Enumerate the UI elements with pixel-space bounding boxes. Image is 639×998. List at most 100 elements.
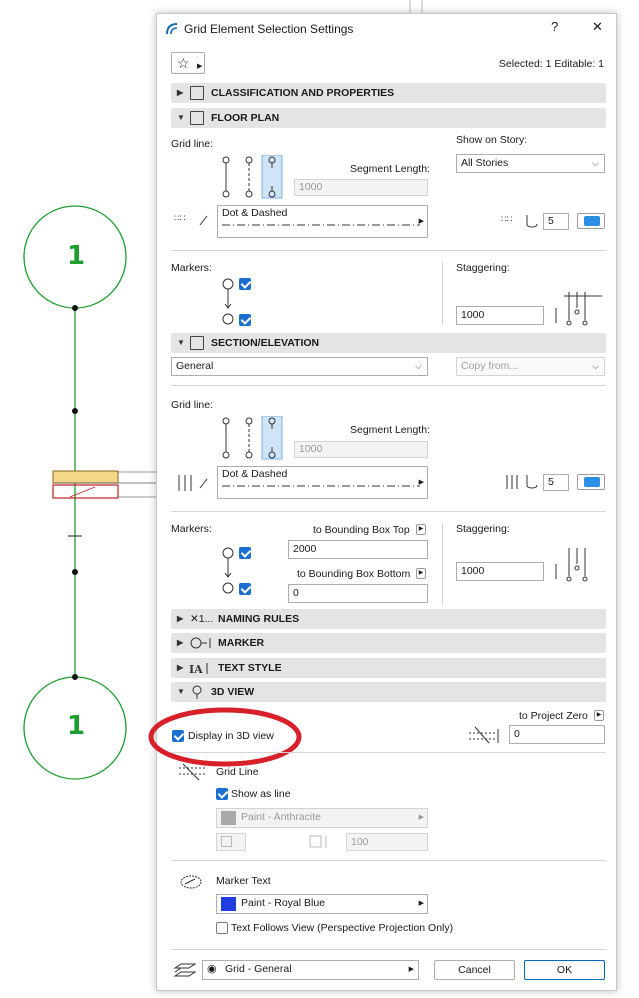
section-title: NAMING RULES (218, 613, 300, 625)
divider (442, 262, 443, 325)
grid-line-3d-label: Grid Line (216, 766, 259, 778)
cancel-button[interactable]: Cancel (434, 960, 515, 980)
section-title: MARKER (218, 637, 265, 649)
wall-element (52, 470, 119, 484)
svg-text:∷∷: ∷∷ (174, 213, 186, 223)
pen-icon: ∷∷ (501, 214, 538, 228)
staggering-diagram-icon (555, 292, 602, 326)
show-on-story-label: Show on Story: (456, 134, 528, 146)
line-type-selector[interactable]: Dot & Dashed ▶ (217, 205, 428, 238)
staggering-label: Staggering: (456, 523, 510, 535)
marker-end-checkbox[interactable] (239, 314, 251, 326)
bbox-bottom-options-button[interactable]: ▶ (416, 568, 426, 579)
pen-color-button[interactable] (577, 474, 605, 490)
naming-rules-icon: ✕1... (190, 613, 214, 625)
marker-end-checkbox[interactable] (239, 583, 251, 595)
svg-text:∷∷: ∷∷ (501, 214, 513, 224)
grid-line-mode-selector[interactable] (217, 155, 287, 199)
pen-number-input[interactable]: 5 (543, 213, 569, 230)
marker-text-icon (180, 875, 202, 889)
favorites-button[interactable]: ☆ ▶ (171, 52, 205, 74)
grid-line-mode-selector[interactable] (217, 416, 287, 460)
section-classification[interactable]: ▶ CLASSIFICATION AND PROPERTIES (171, 83, 606, 103)
bbox-top-input[interactable]: 2000 (288, 540, 428, 559)
3d-view-icon (192, 685, 202, 699)
line-style-icon (221, 836, 232, 847)
segment-length-label: Segment Length: (350, 163, 430, 175)
chevron-down-icon: ⌵ (592, 361, 599, 371)
section-title: TEXT STYLE (218, 662, 282, 674)
line-type-icon (178, 475, 208, 491)
copy-from-select[interactable]: Copy from... ⌵ (456, 357, 605, 376)
segment-length-input[interactable]: 1000 (294, 179, 428, 196)
staggering-label: Staggering: (456, 262, 510, 274)
selection-info: Selected: 1 Editable: 1 (498, 58, 604, 70)
section-text-style[interactable]: ▶ IA TEXT STYLE (171, 658, 606, 678)
chevron-right-icon: ▶ (197, 63, 203, 70)
section-marker[interactable]: ▶ MARKER (171, 633, 606, 653)
bbox-top-options-button[interactable]: ▶ (416, 524, 426, 535)
line-type-icon: ∷∷ (174, 213, 208, 226)
marker-text-label: Marker Text (216, 875, 271, 887)
markers-label: Markers: (171, 262, 212, 274)
chevron-right-icon: ▶ (418, 218, 424, 225)
section-title: SECTION/ELEVATION (211, 337, 320, 349)
pen-color-button[interactable] (577, 213, 605, 229)
highlight-ellipse (148, 707, 302, 767)
text-follows-view-label: Text Follows View (Perspective Projectio… (231, 922, 454, 934)
marker-start-checkbox[interactable] (239, 547, 251, 559)
grid-bubble-label: 1 (67, 241, 86, 271)
chevron-down-icon: ⌵ (592, 158, 599, 168)
collapse-arrow-icon: ▼ (177, 338, 185, 347)
svg-text:IA: IA (189, 663, 203, 675)
segment-length-input[interactable]: 1000 (294, 441, 428, 458)
bbox-bottom-input[interactable]: 0 (288, 584, 428, 603)
pen-number-input[interactable]: 5 (543, 474, 569, 491)
grid-line-3d-icon (179, 763, 207, 781)
expand-arrow-icon: ▶ (177, 88, 184, 97)
section-naming-rules[interactable]: ▶ ✕1... NAMING RULES (171, 609, 606, 629)
thickness-icon (309, 835, 327, 848)
section-section-elevation[interactable]: ▼ SECTION/ELEVATION (171, 333, 606, 353)
divider (171, 250, 606, 251)
divider (171, 752, 606, 753)
section-title: 3D VIEW (211, 686, 255, 698)
section-floor-plan[interactable]: ▼ FLOOR PLAN (171, 108, 606, 128)
select-value: Copy from... (461, 360, 519, 372)
section-title: FLOOR PLAN (211, 112, 280, 124)
view-type-select[interactable]: General ⌵ (171, 357, 428, 376)
to-project-zero-input[interactable]: 0 (509, 725, 605, 744)
line-type-name: Dot & Dashed (222, 468, 288, 480)
select-value: Grid - General (225, 963, 292, 975)
expand-arrow-icon: ▶ (177, 663, 184, 672)
text-follows-view-checkbox[interactable] (216, 922, 228, 934)
section-elevation-icon (190, 336, 204, 350)
divider (442, 523, 443, 606)
to-project-zero-label: to Project Zero (519, 710, 588, 722)
thickness-input[interactable]: 100 (346, 833, 428, 851)
help-button[interactable]: ? (551, 19, 558, 34)
ok-button[interactable]: OK (524, 960, 605, 980)
section-title: CLASSIFICATION AND PROPERTIES (211, 87, 395, 99)
close-button[interactable]: ✕ (592, 19, 603, 35)
section-3d-view[interactable]: ▼ 3D VIEW (171, 682, 606, 702)
marker-icon (190, 637, 211, 649)
show-as-line-checkbox[interactable] (216, 788, 228, 800)
grid-bubble-label: 1 (67, 711, 86, 741)
chevron-down-icon: ⌵ (415, 361, 422, 371)
staggering-input[interactable]: 1000 (456, 562, 544, 581)
staggering-input[interactable]: 1000 (456, 306, 544, 325)
project-zero-options-button[interactable]: ▶ (594, 710, 604, 721)
show-on-story-select[interactable]: All Stories ⌵ (456, 154, 605, 173)
dot-dash-preview (222, 224, 420, 226)
surface-selector[interactable]: Paint - Anthracite ▶ (216, 808, 428, 828)
select-value: General (176, 360, 214, 372)
marker-start-checkbox[interactable] (239, 278, 251, 290)
line-type-selector[interactable]: Dot & Dashed ▶ (217, 466, 428, 499)
marker-surface-selector[interactable]: Paint - Royal Blue ▶ (216, 894, 428, 914)
favorite-select[interactable]: ◉ Grid - General ▶ (202, 960, 419, 980)
chevron-right-icon: ▶ (418, 479, 424, 486)
line-style-button[interactable] (216, 833, 246, 851)
elevation-icon (469, 726, 499, 744)
collapse-arrow-icon: ▼ (177, 687, 185, 696)
